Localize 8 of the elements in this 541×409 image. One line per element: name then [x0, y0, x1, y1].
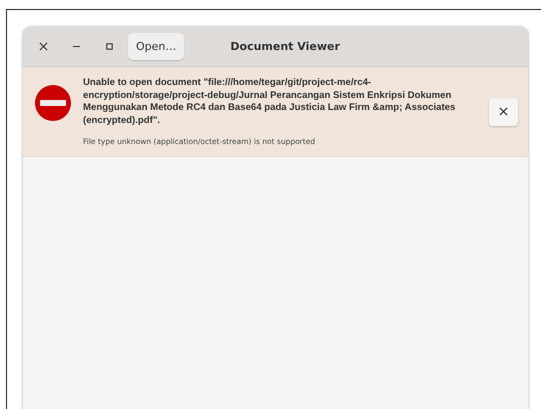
open-button[interactable]: Open… [128, 33, 184, 60]
close-infobar-button[interactable] [489, 98, 518, 126]
error-stop-icon [35, 85, 71, 121]
close-icon [499, 107, 508, 116]
maximize-icon [104, 42, 114, 51]
error-message: Unable to open document "file:///home/tegar/git/project-me/rc4-encryption/storage/project-debug/Jurnal Perancangan Sistem Enkripsi Dokumen Menggunakan Metode RC4 dan Base64 pada Justicia Law Firm &amp; Associates (encrypted).pdf". [83, 77, 456, 127]
close-icon [38, 42, 48, 51]
window-title: Document Viewer [230, 40, 340, 53]
